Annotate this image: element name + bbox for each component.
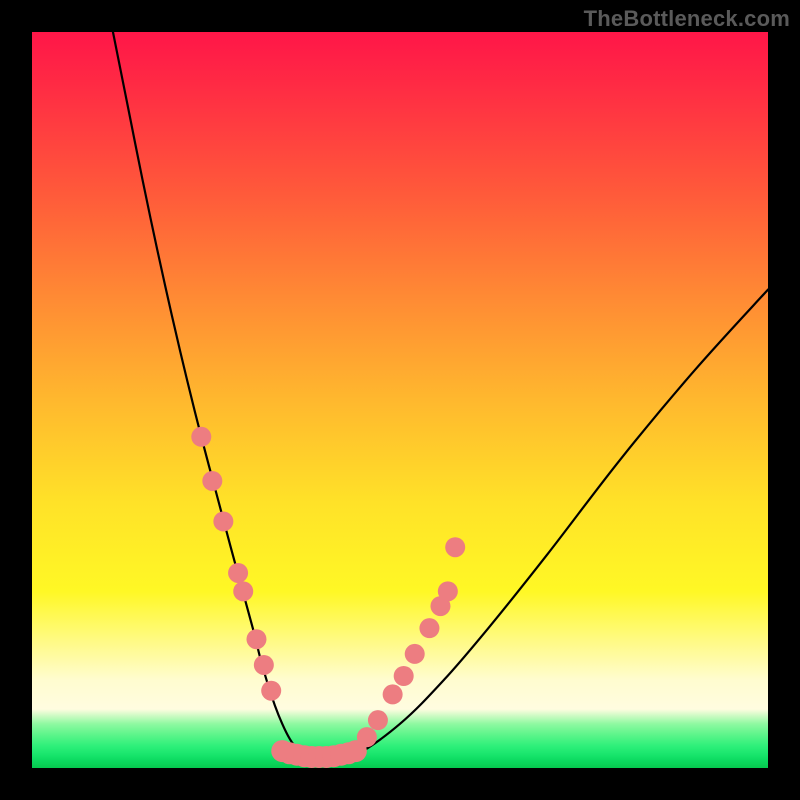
data-marker bbox=[202, 471, 222, 491]
data-marker bbox=[261, 681, 281, 701]
data-marker bbox=[233, 581, 253, 601]
data-marker bbox=[246, 629, 266, 649]
data-marker bbox=[368, 710, 388, 730]
data-marker bbox=[228, 563, 248, 583]
data-marker bbox=[383, 684, 403, 704]
chart-frame: TheBottleneck.com bbox=[0, 0, 800, 800]
bottleneck-curve bbox=[113, 32, 768, 761]
data-marker bbox=[445, 537, 465, 557]
data-markers bbox=[191, 427, 465, 768]
data-marker bbox=[213, 511, 233, 531]
curve-svg bbox=[32, 32, 768, 768]
plot-area bbox=[32, 32, 768, 768]
data-marker bbox=[394, 666, 414, 686]
data-marker bbox=[345, 740, 367, 762]
watermark-text: TheBottleneck.com bbox=[584, 6, 790, 32]
data-marker bbox=[254, 655, 274, 675]
data-marker bbox=[191, 427, 211, 447]
data-marker bbox=[438, 581, 458, 601]
data-marker bbox=[419, 618, 439, 638]
data-marker bbox=[405, 644, 425, 664]
